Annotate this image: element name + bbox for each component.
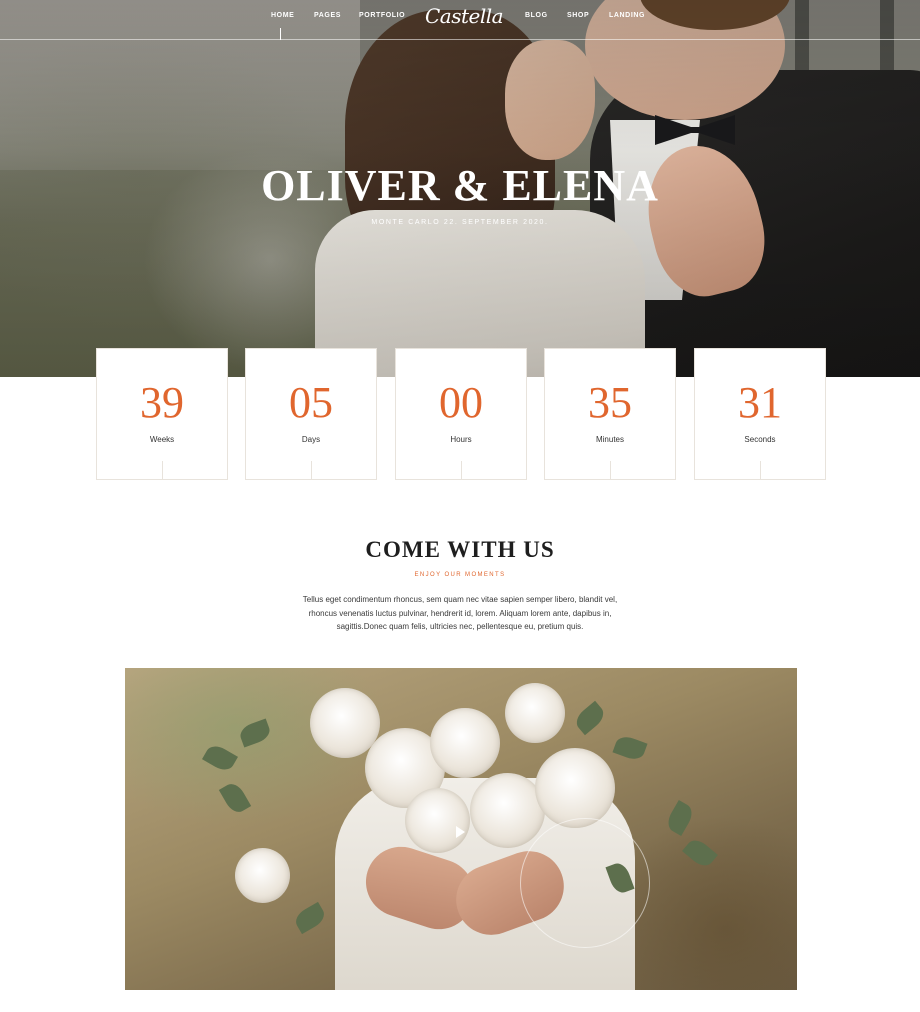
countdown-divider [311, 461, 312, 479]
eucalyptus-leaf [572, 700, 608, 736]
section-description: Tellus eget condimentum rhoncus, sem qua… [302, 595, 618, 631]
eucalyptus-leaf [202, 741, 238, 775]
eucalyptus-leaf [663, 800, 697, 836]
hero-section: HOME PAGES PORTFOLIO Castella BLOG SHOP … [0, 0, 920, 377]
countdown-value: 35 [588, 378, 632, 427]
eucalyptus-leaf [237, 718, 273, 748]
main-navigation: HOME PAGES PORTFOLIO Castella BLOG SHOP … [0, 0, 920, 40]
nav-item-portfolio[interactable]: PORTFOLIO [359, 12, 405, 19]
nav-item-landing[interactable]: LANDING [609, 12, 645, 19]
countdown-divider [162, 461, 163, 479]
nav-item-blog[interactable]: BLOG [525, 12, 548, 19]
play-icon[interactable] [456, 826, 465, 838]
eucalyptus-leaf [292, 901, 328, 935]
rose [405, 788, 470, 853]
countdown-divider [760, 461, 761, 479]
countdown-timer: 39 Weeks 05 Days 00 Hours 35 Minutes 31 … [96, 348, 826, 480]
countdown-divider [461, 461, 462, 479]
eucalyptus-leaf [612, 733, 648, 763]
countdown-value: 31 [738, 378, 782, 427]
rose [235, 848, 290, 903]
eucalyptus-leaf [218, 780, 252, 816]
countdown-divider [610, 461, 611, 479]
countdown-label: Weeks [149, 435, 175, 444]
rose [505, 683, 565, 743]
hero-title: OLIVER & ELENA [261, 161, 659, 210]
countdown-value: 00 [439, 378, 483, 427]
rose [535, 748, 615, 828]
countdown-label: Days [301, 435, 321, 444]
play-button-ring[interactable] [520, 818, 650, 948]
countdown-label: Minutes [595, 435, 624, 444]
countdown-weeks: 39 Weeks [96, 348, 228, 480]
nav-item-home[interactable]: HOME [271, 12, 294, 19]
bouquet-video-thumbnail[interactable] [125, 668, 797, 990]
countdown-hours: 00 Hours [395, 348, 527, 480]
section-subtitle: ENJOY OUR MOMENTS [414, 572, 506, 578]
countdown-value: 39 [140, 378, 184, 427]
nav-item-shop[interactable]: SHOP [567, 12, 589, 19]
eucalyptus-leaf [682, 835, 718, 871]
countdown-label: Seconds [744, 435, 776, 444]
nav-active-indicator [280, 28, 281, 40]
countdown-seconds: 31 Seconds [694, 348, 826, 480]
countdown-minutes: 35 Minutes [544, 348, 676, 480]
countdown-value: 05 [289, 378, 333, 427]
rose [470, 773, 545, 848]
nav-item-pages[interactable]: PAGES [314, 12, 341, 19]
rose [430, 708, 500, 778]
hero-subtitle: MONTE CARLO 22. SEPTEMBER 2020. [371, 219, 549, 226]
site-logo[interactable]: Castella [425, 4, 504, 28]
section-title: COME WITH US [365, 537, 555, 562]
countdown-days: 05 Days [245, 348, 377, 480]
countdown-label: Hours [450, 435, 472, 444]
